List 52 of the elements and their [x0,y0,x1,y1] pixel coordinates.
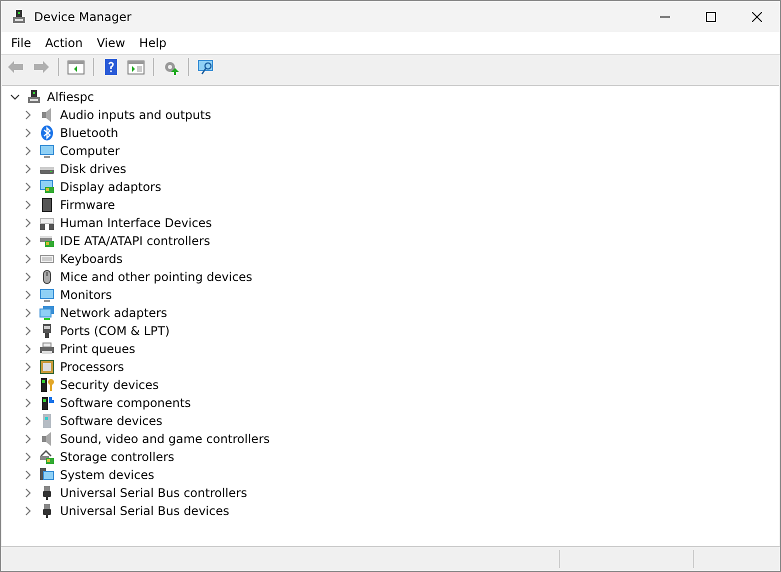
tree-item[interactable]: Firmware [60,198,115,212]
monitor-icon [39,143,55,159]
maximize-icon [706,12,716,22]
tree-item[interactable]: Ports (COM & LPT) [60,324,170,338]
chip-icon [39,197,55,213]
processor-icon [39,359,55,375]
panel-icon [67,58,85,76]
tree-item[interactable]: Keyboards [60,252,123,266]
tree-item[interactable]: Print queues [60,342,136,356]
computer-icon [26,89,42,105]
menu-item[interactable]: Help [132,34,174,52]
tree-item[interactable]: Storage controllers [60,450,174,464]
scan-monitor-icon [197,58,215,76]
key-icon [39,377,55,393]
menu-item[interactable]: View [90,34,132,52]
keyboard-icon [39,215,55,231]
menu-item[interactable]: File [4,34,38,52]
help-icon [102,58,120,76]
printer-icon [39,341,55,357]
system-icon [39,467,55,483]
tree-item[interactable]: Software components [60,396,191,410]
tree-item[interactable]: Mice and other pointing devices [60,270,252,284]
tree-item[interactable]: Monitors [60,288,112,302]
panel-icon [127,58,145,76]
monitor-icon [39,287,55,303]
tree-item[interactable]: Alfiespc [47,90,94,104]
tree-item[interactable]: Human Interface Devices [60,216,212,230]
component-icon [39,395,55,411]
tree-item[interactable]: Computer [60,144,120,158]
tree-item[interactable]: Bluetooth [60,126,118,140]
tree-item[interactable]: Universal Serial Bus devices [60,504,230,518]
forward-arrow-icon [32,58,50,76]
display-card-icon [39,179,55,195]
tree-item[interactable]: Security devices [60,378,159,392]
tree-item[interactable]: Audio inputs and outputs [60,108,212,122]
bluetooth-icon [39,125,55,141]
storage-icon [39,449,55,465]
computer-icon [11,8,27,24]
tree-item[interactable]: System devices [60,468,154,482]
tree-item[interactable]: Network adapters [60,306,168,320]
network-icon [39,305,55,321]
tree-item[interactable]: Disk drives [60,162,126,176]
tree-item[interactable]: Universal Serial Bus controllers [60,486,248,500]
tree-item[interactable]: Display adaptors [60,180,162,194]
tree-item[interactable]: Sound, video and game controllers [60,432,270,446]
tree-item[interactable]: Software devices [60,414,162,428]
controller-card-icon [39,233,55,249]
menu-item[interactable]: Action [38,34,90,52]
close-icon [752,12,762,22]
tree-item[interactable]: Processors [60,360,124,374]
window-title: Device Manager [34,10,132,24]
tree-item[interactable]: IDE ATA/ATAPI controllers [60,234,210,248]
